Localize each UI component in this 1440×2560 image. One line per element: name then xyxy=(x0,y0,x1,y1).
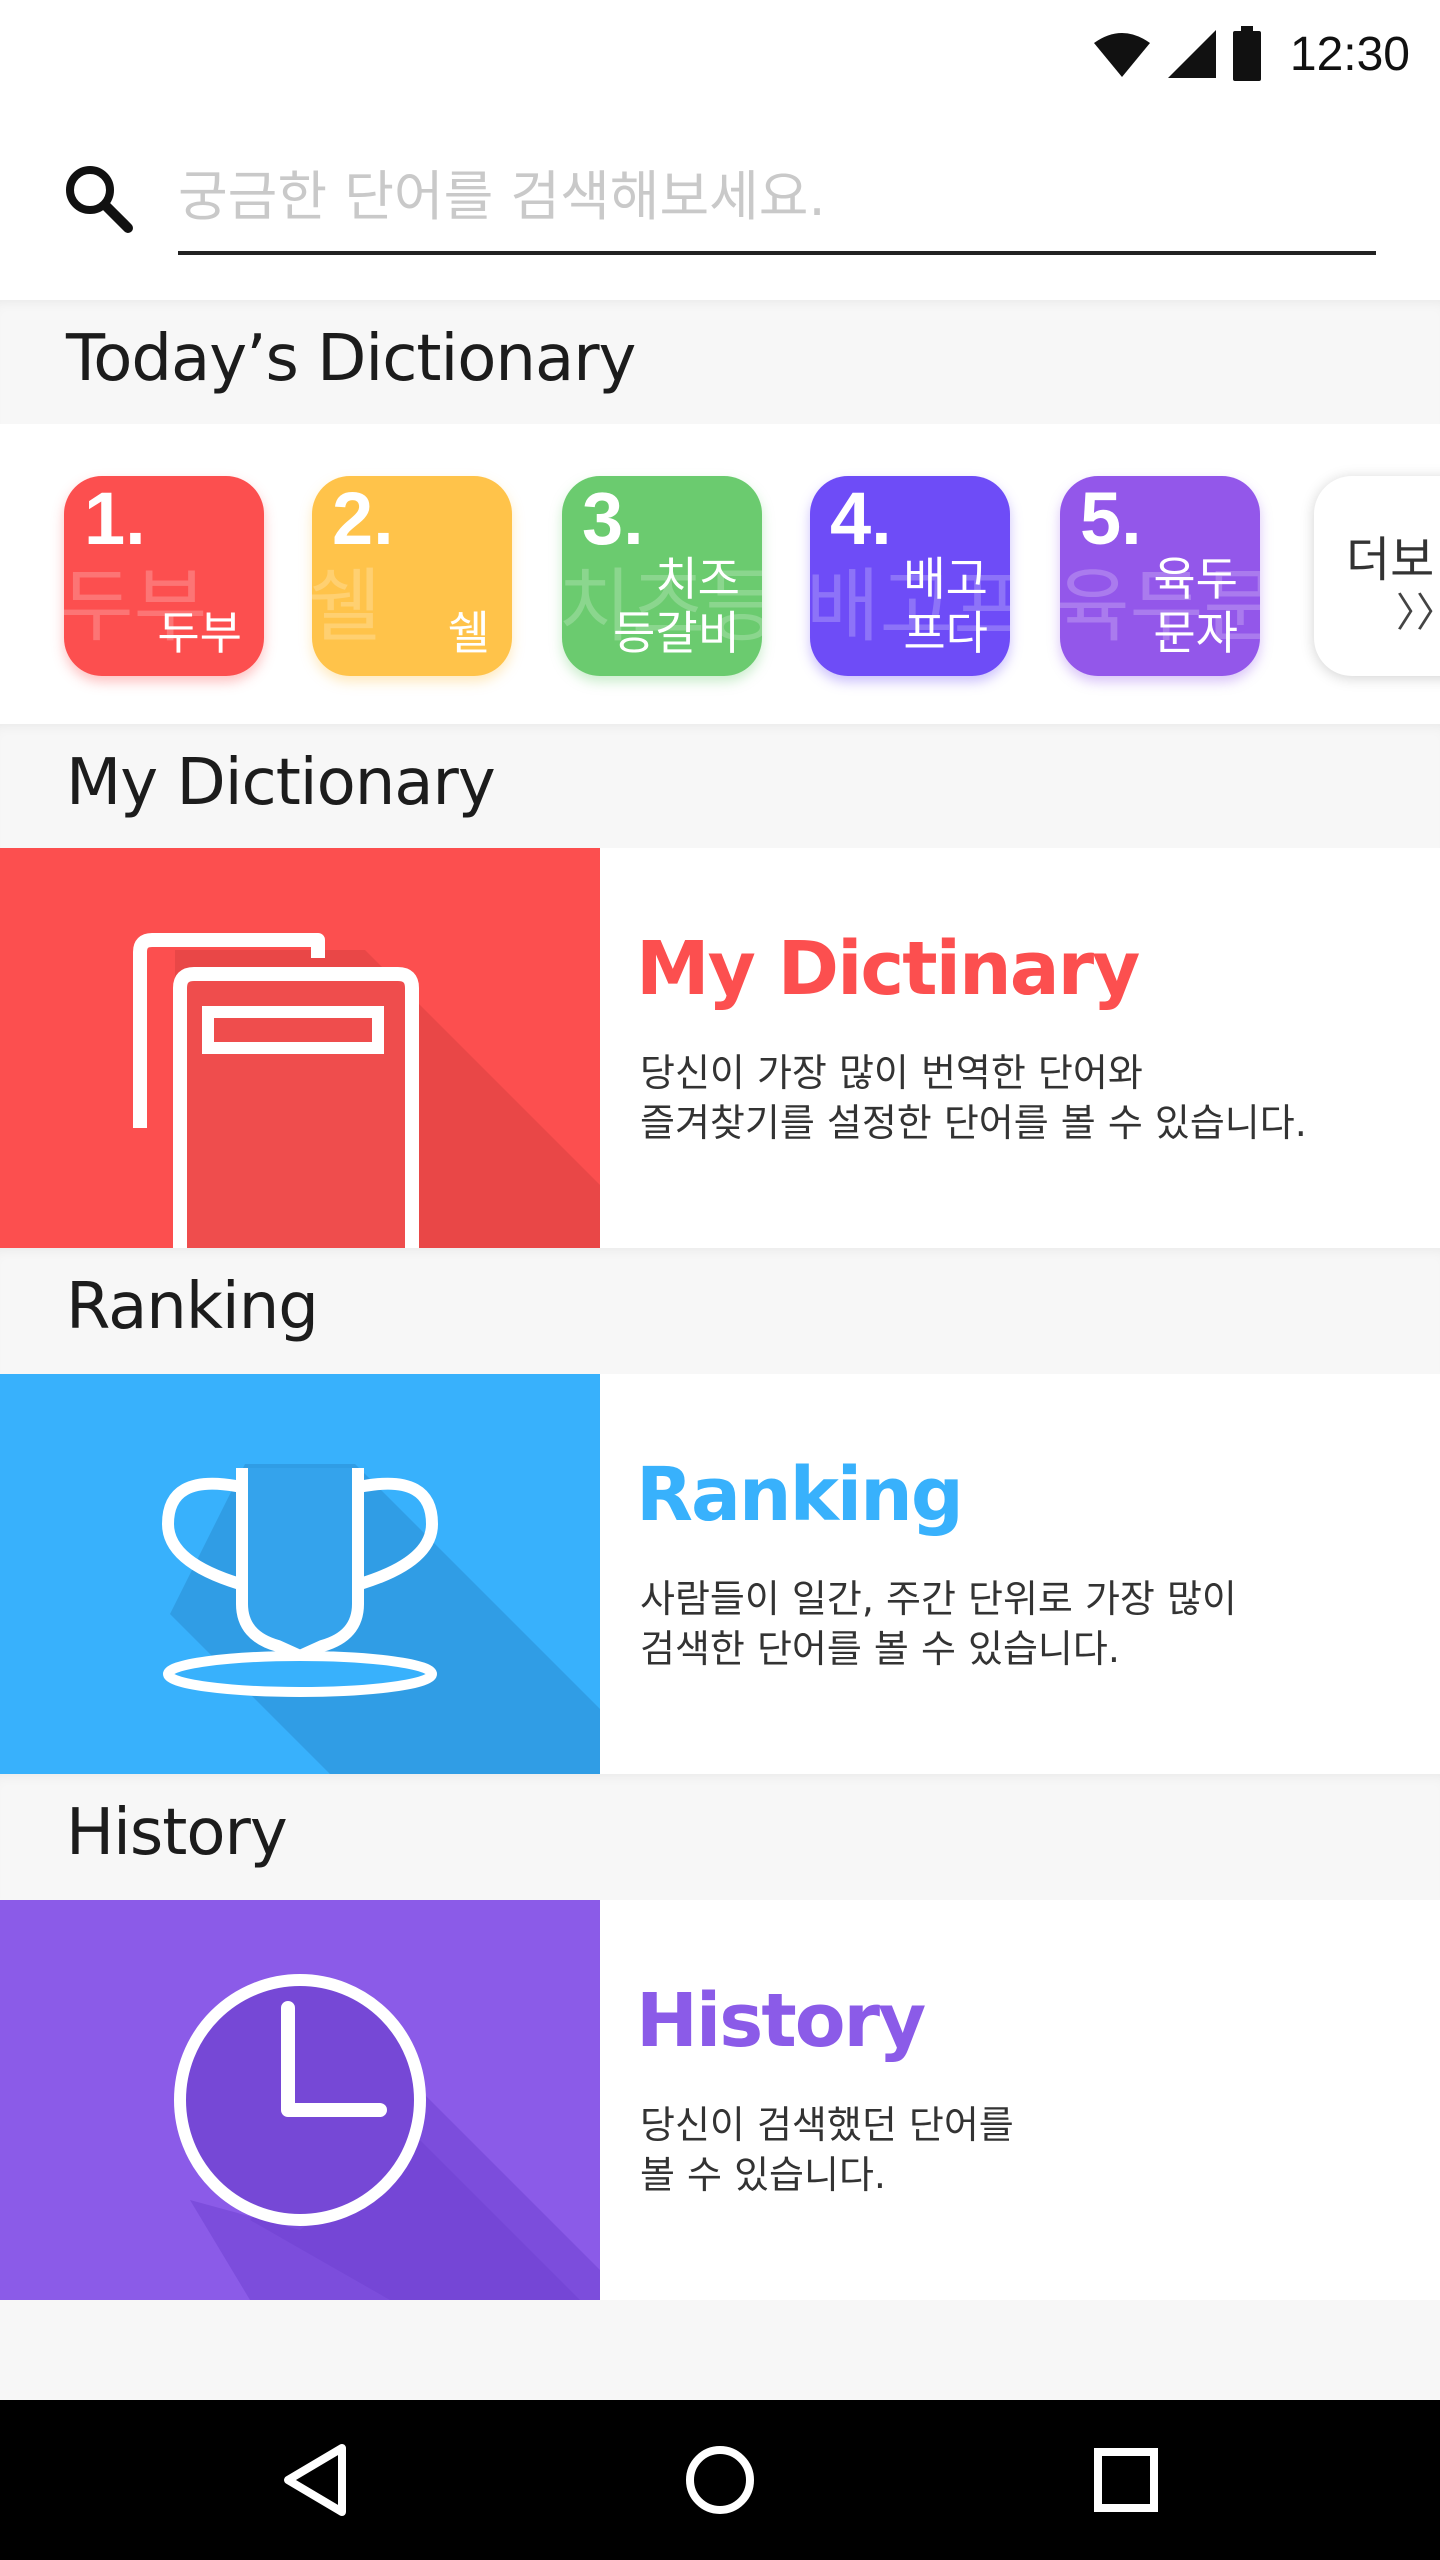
book-icon xyxy=(133,933,600,1248)
signal-icon xyxy=(1167,30,1216,78)
clock-icon xyxy=(174,1974,600,2300)
search-icon[interactable] xyxy=(60,160,136,236)
section-header-today: Today’s Dictionary xyxy=(0,300,1440,424)
word-card-2[interactable]: 쉘 2. 쉘 xyxy=(312,476,512,676)
word-card-1[interactable]: 두부 1. 두부 xyxy=(64,476,264,676)
word-card-word: 치즈 등갈비 xyxy=(613,552,740,660)
more-button[interactable]: 더보 〉〉 xyxy=(1314,476,1440,676)
word-card-rank: 2. xyxy=(332,477,394,560)
ranking-title: Ranking xyxy=(636,1452,964,1538)
status-icons: 12:30 xyxy=(1092,22,1410,86)
word-card-word: 쉘 xyxy=(447,606,490,660)
section-title-history: History xyxy=(66,1796,288,1870)
word-card-rank: 3. xyxy=(582,477,644,560)
word-card-word: 육두 문자 xyxy=(1153,552,1238,660)
home-icon[interactable] xyxy=(670,2430,770,2530)
today-words-strip[interactable]: 두부 1. 두부 쉘 2. 쉘 치즈등 3. 치즈 등갈비 배고프 4. 배고 … xyxy=(0,424,1440,724)
battery-icon xyxy=(1232,26,1261,81)
history-desc: 당신이 검색했던 단어를 볼 수 있습니다. xyxy=(640,2103,1014,2197)
section-header-ranking: Ranking xyxy=(0,1248,1440,1372)
word-card-4[interactable]: 배고프 4. 배고 프다 xyxy=(810,476,1010,676)
recents-icon[interactable] xyxy=(1076,2430,1176,2530)
section-title-today: Today’s Dictionary xyxy=(66,322,636,396)
word-card-5[interactable]: 육두문 5. 육두 문자 xyxy=(1060,476,1260,676)
my-dictionary-title: My Dictinary xyxy=(636,926,1140,1012)
back-icon[interactable] xyxy=(266,2430,366,2530)
section-header-my-dictionary: My Dictionary xyxy=(0,724,1440,848)
section-header-history: History xyxy=(0,1774,1440,1898)
section-title-ranking: Ranking xyxy=(66,1270,319,1344)
ranking-desc: 사람들이 일간, 주간 단위로 가장 많이 검색한 단어를 볼 수 있습니다. xyxy=(640,1577,1237,1671)
ranking-card[interactable]: Ranking 사람들이 일간, 주간 단위로 가장 많이 검색한 단어를 볼 … xyxy=(0,1374,1440,1774)
history-title: History xyxy=(636,1978,926,2064)
more-arrows-icon: 〉〉 xyxy=(1396,590,1440,636)
ranking-tile xyxy=(0,1374,600,1774)
status-time: 12:30 xyxy=(1289,27,1410,81)
history-tile xyxy=(0,1900,600,2300)
section-title-my-dictionary: My Dictionary xyxy=(66,746,496,820)
search-underline xyxy=(178,251,1376,255)
wifi-icon xyxy=(1093,33,1150,77)
word-card-word: 배고 프다 xyxy=(903,552,988,660)
status-bar: 12:30 xyxy=(0,0,1440,108)
navigation-bar xyxy=(0,2400,1440,2560)
history-card[interactable]: History 당신이 검색했던 단어를 볼 수 있습니다. xyxy=(0,1900,1440,2300)
word-card-rank: 1. xyxy=(84,477,146,560)
word-card-3[interactable]: 치즈등 3. 치즈 등갈비 xyxy=(562,476,762,676)
trophy-icon xyxy=(161,1464,600,1774)
search-bar xyxy=(0,108,1440,300)
my-dictionary-desc: 당신이 가장 많이 번역한 단어와 즐겨찾기를 설정한 단어를 볼 수 있습니다… xyxy=(640,1051,1307,1145)
my-dictionary-tile xyxy=(0,848,600,1248)
my-dictionary-card[interactable]: My Dictinary 당신이 가장 많이 번역한 단어와 즐겨찾기를 설정한… xyxy=(0,848,1440,1248)
search-input[interactable] xyxy=(178,156,1376,236)
word-card-rank: 5. xyxy=(1080,477,1142,560)
word-card-rank: 4. xyxy=(830,477,892,560)
word-card-word: 두부 xyxy=(157,606,242,660)
